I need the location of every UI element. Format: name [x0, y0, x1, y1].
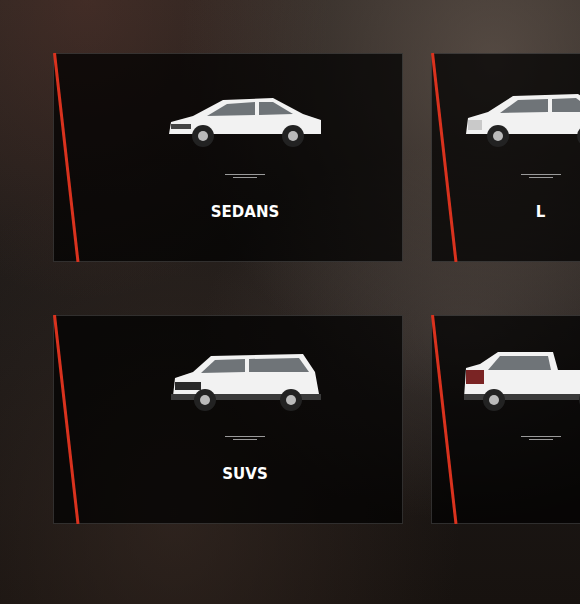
card-divider: [521, 174, 561, 175]
truck-icon: [458, 346, 580, 414]
category-card[interactable]: SUVS: [53, 315, 403, 524]
category-card[interactable]: L: [431, 53, 580, 262]
card-divider: [521, 436, 561, 437]
category-label: SEDANS: [207, 203, 283, 221]
category-card[interactable]: [431, 315, 580, 524]
category-label: L: [532, 203, 550, 221]
card-divider: [225, 436, 265, 437]
category-card[interactable]: SEDANS: [53, 53, 403, 262]
card-divider: [225, 174, 265, 175]
accent-slash-icon: [431, 53, 461, 262]
luxury-car-icon: [458, 84, 580, 152]
category-page: SEDANS L SUVS: [0, 0, 580, 604]
accent-slash-icon: [431, 315, 461, 524]
suv-icon: [163, 346, 328, 414]
sedan-icon: [163, 84, 328, 152]
category-grid: SEDANS L SUVS: [53, 53, 580, 524]
accent-slash-icon: [53, 53, 83, 262]
accent-slash-icon: [53, 315, 83, 524]
category-label: SUVS: [218, 465, 271, 483]
